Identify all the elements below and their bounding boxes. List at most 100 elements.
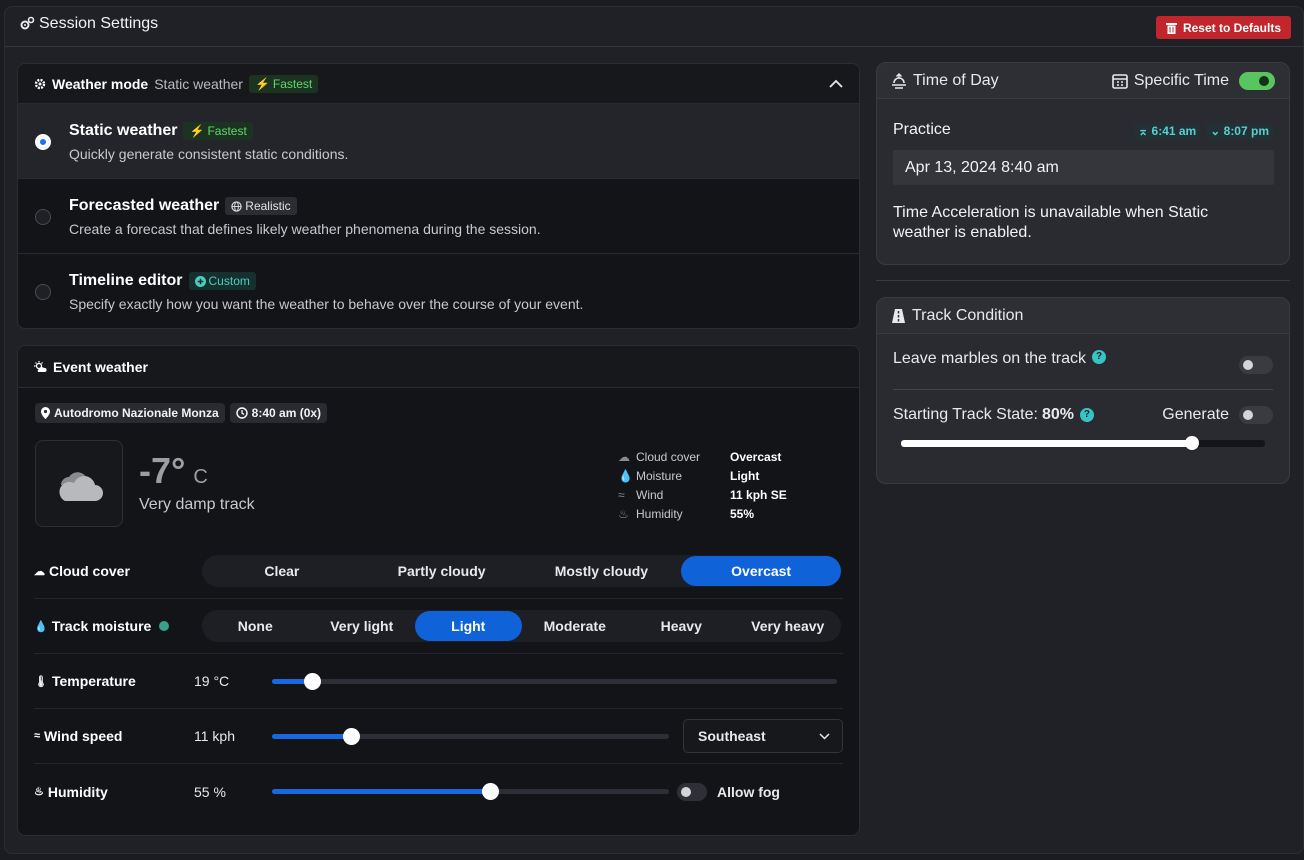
weather-preview-tile xyxy=(35,440,123,527)
track-state-text: Very damp track xyxy=(139,496,255,513)
radio-timeline[interactable] xyxy=(35,284,51,300)
reset-label: Reset to Defaults xyxy=(1182,20,1281,35)
moisture-option[interactable]: Very heavy xyxy=(735,611,842,641)
weather-option-forecasted[interactable]: Forecasted weather Realistic Create a for… xyxy=(18,179,859,254)
option-title: Static weather ⚡ Fastest xyxy=(69,122,253,140)
track-state-slider[interactable] xyxy=(901,436,1265,450)
cloud-cover-option[interactable]: Partly cloudy xyxy=(362,556,522,586)
page-title-text: Session Settings xyxy=(39,15,159,32)
summary-value: Light xyxy=(730,469,760,483)
moisture-icon: 💧 xyxy=(34,620,48,633)
sun-cloud-icon xyxy=(34,360,47,372)
info-icon[interactable] xyxy=(159,621,170,631)
page-title: Session Settings xyxy=(19,15,158,33)
humidity-icon: ♨ xyxy=(34,786,44,798)
weather-mode-header[interactable]: Weather mode Static weather ⚡ Fastest xyxy=(18,64,859,104)
datetime-input[interactable]: Apr 13, 2024 8:40 am xyxy=(893,150,1274,185)
wind-speed-slider[interactable] xyxy=(272,727,669,745)
time-chip: 8:40 am (0x) xyxy=(229,403,328,423)
event-weather-title: Event weather xyxy=(53,358,148,375)
option-description: Quickly generate consistent static condi… xyxy=(69,146,349,162)
summary-row: ♨ Humidity 55% xyxy=(618,505,787,524)
badge-label: Realistic xyxy=(245,199,291,213)
generate-toggle[interactable] xyxy=(1239,406,1273,424)
temperature-slider[interactable] xyxy=(272,672,837,690)
humidity-value: 55 % xyxy=(194,783,226,800)
track-condition-panel: Track Condition Leave marbles on the tra… xyxy=(876,297,1290,484)
track-moisture-row: 💧 Track moisture None Very light Light Mo… xyxy=(34,599,843,654)
track-condition-header: Track Condition xyxy=(877,298,1289,334)
sunset-icon: ⌄ xyxy=(1210,124,1221,138)
lightning-icon: ⚡ xyxy=(189,124,205,138)
track-moisture-selector[interactable]: None Very light Light Moderate Heavy Ver… xyxy=(202,610,841,642)
moisture-icon: 💧 xyxy=(618,469,633,483)
humidity-slider[interactable] xyxy=(272,783,669,800)
option-title-text: Static weather xyxy=(69,122,178,139)
moisture-option[interactable]: None xyxy=(202,611,309,641)
settings-cluster-icon xyxy=(20,16,35,30)
allow-fog-toggle[interactable] xyxy=(677,782,707,801)
cloud-cover-selector[interactable]: Clear Partly cloudy Mostly cloudy Overca… xyxy=(202,555,841,587)
datetime-value: Apr 13, 2024 8:40 am xyxy=(905,159,1059,176)
track-chip: Autodromo Nazionale Monza xyxy=(35,403,225,423)
divider xyxy=(876,280,1290,281)
session-name: Practice xyxy=(893,121,951,138)
fastest-badge: ⚡ Fastest xyxy=(248,74,319,93)
slider-handle[interactable] xyxy=(482,783,500,800)
summary-label: Wind xyxy=(636,488,664,502)
wind-icon: ≈ xyxy=(618,488,625,502)
track-moisture-label-text: Track moisture xyxy=(51,618,152,634)
radio-static[interactable] xyxy=(35,134,51,150)
wind-speed-label: ≈ Wind speed xyxy=(34,728,194,744)
help-icon[interactable]: ? xyxy=(1079,408,1094,422)
globe-icon xyxy=(231,200,242,212)
option-description: Create a forecast that defines likely we… xyxy=(69,221,541,237)
moisture-option[interactable]: Moderate xyxy=(522,611,629,641)
specific-time-label: Specific Time xyxy=(1133,71,1229,89)
slider-handle[interactable] xyxy=(303,672,321,690)
wind-speed-row: ≈ Wind speed 11 kph Southeast xyxy=(34,709,843,764)
weather-mode-current: Static weather xyxy=(154,75,243,92)
sun-times: ⌅ 6:41 am ⌄ 8:07 pm xyxy=(1134,123,1273,139)
track-state-value: 80% xyxy=(1041,406,1074,423)
track-moisture-label: 💧 Track moisture xyxy=(34,618,202,634)
help-icon[interactable]: ? xyxy=(1092,350,1106,364)
summary-row: 💧 Moisture Light xyxy=(618,467,787,486)
chevron-down-icon xyxy=(819,732,830,740)
fastest-badge-label: Fastest xyxy=(272,76,313,91)
title-bar: Session Settings Reset to Defaults xyxy=(5,7,1303,47)
weather-option-static[interactable]: Static weather ⚡ Fastest Quickly generate … xyxy=(18,104,859,179)
slider-fill xyxy=(901,440,1193,447)
thermometer-icon: 🌡 xyxy=(34,675,48,688)
sunset-value: 8:07 pm xyxy=(1223,124,1269,138)
time-of-day-header: Time of Day Specific Time xyxy=(877,63,1289,99)
reset-to-defaults-button[interactable]: Reset to Defaults xyxy=(1155,16,1291,39)
marbles-label: Leave marbles on the track xyxy=(893,350,1086,367)
chevron-up-icon[interactable] xyxy=(829,79,843,88)
radio-forecasted[interactable] xyxy=(35,209,51,225)
option-title: Timeline editor Custom xyxy=(69,272,256,290)
summary-value: 11 kph SE xyxy=(730,488,787,502)
location-chips: Autodromo Nazionale Monza 8:40 am (0x) xyxy=(35,403,328,423)
specific-time-toggle[interactable] xyxy=(1239,71,1275,90)
option-title-text: Timeline editor xyxy=(69,272,183,289)
weather-option-timeline[interactable]: Timeline editor Custom Specify exactly ho… xyxy=(18,254,859,328)
moisture-option-selected[interactable]: Light xyxy=(415,611,522,641)
moisture-option[interactable]: Heavy xyxy=(628,611,735,641)
temperature-value: -7° xyxy=(139,450,186,491)
time-of-day-title: Time of Day xyxy=(913,71,999,89)
wind-direction-select[interactable]: Southeast xyxy=(683,719,843,753)
cloud-cover-option[interactable]: Mostly cloudy xyxy=(522,556,682,586)
cloud-cover-option[interactable]: Clear xyxy=(202,556,362,586)
slider-handle[interactable] xyxy=(343,727,361,745)
time-acceleration-note: Time Acceleration is unavailable when St… xyxy=(893,204,1209,241)
slider-fill xyxy=(272,789,491,794)
humidity-label-text: Humidity xyxy=(47,783,108,800)
slider-handle[interactable] xyxy=(1185,436,1200,450)
moisture-option[interactable]: Very light xyxy=(309,611,416,641)
badge-label: Custom xyxy=(208,274,250,288)
marbles-toggle[interactable] xyxy=(1239,356,1273,374)
cloud-cover-option-selected[interactable]: Overcast xyxy=(681,556,841,586)
temperature-row: 🌡 Temperature 19 °C xyxy=(34,654,843,709)
cloud-cover-label: ☁ Cloud cover xyxy=(34,563,202,579)
